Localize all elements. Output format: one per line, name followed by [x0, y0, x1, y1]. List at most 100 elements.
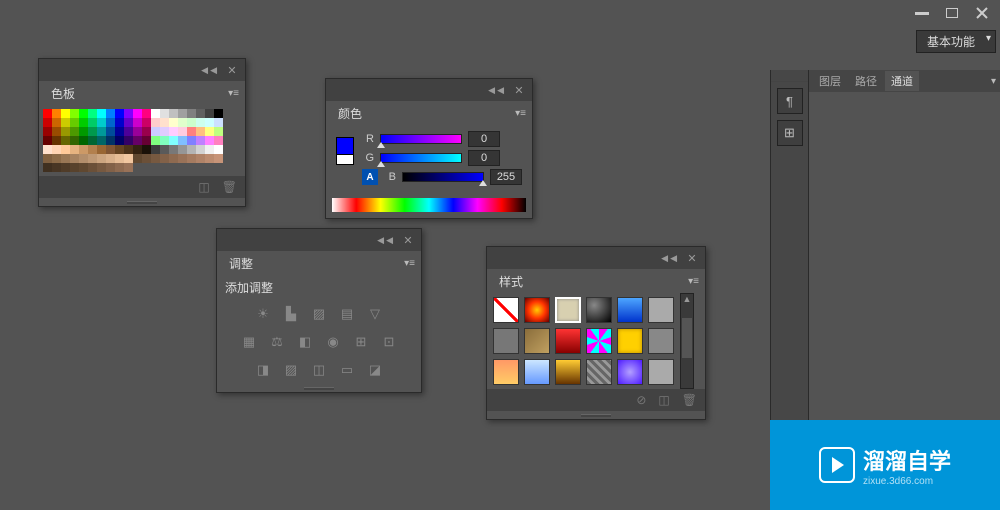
color-lookup-icon[interactable]: ⊡ [380, 334, 398, 350]
swatch[interactable] [142, 109, 151, 118]
swatch[interactable] [43, 127, 52, 136]
swatch[interactable] [97, 163, 106, 172]
swatch[interactable] [124, 154, 133, 163]
style-item[interactable] [524, 359, 550, 385]
collapse-icon[interactable]: ◀◀ [201, 65, 219, 76]
fg-bg-color-selector[interactable] [336, 137, 354, 165]
swatch[interactable] [214, 136, 223, 145]
swatch-grid[interactable] [43, 109, 241, 172]
swatch[interactable] [133, 118, 142, 127]
panel-menu-icon[interactable]: ▾≡ [515, 108, 526, 119]
hue-sat-icon[interactable]: ▦ [240, 334, 258, 350]
brightness-icon[interactable]: ☀ [254, 306, 272, 322]
selective-color-icon[interactable]: ◪ [366, 362, 384, 378]
swatch[interactable] [115, 145, 124, 154]
panel-menu-icon[interactable]: ▾≡ [688, 276, 699, 287]
swatch[interactable] [169, 118, 178, 127]
swatch[interactable] [160, 154, 169, 163]
swatch[interactable] [88, 136, 97, 145]
panel-resize-handle[interactable] [487, 411, 705, 419]
swatch[interactable] [178, 145, 187, 154]
g-slider[interactable] [380, 153, 462, 163]
swatch[interactable] [151, 127, 160, 136]
style-item[interactable] [648, 359, 674, 385]
new-swatch-icon[interactable]: ◫ [198, 180, 209, 194]
swatch[interactable] [205, 136, 214, 145]
swatch[interactable] [115, 118, 124, 127]
swatch[interactable] [115, 109, 124, 118]
swatch[interactable] [196, 118, 205, 127]
swatch[interactable] [187, 109, 196, 118]
adjustments-tab[interactable]: 调整 [223, 253, 259, 274]
swatch[interactable] [97, 109, 106, 118]
swatch[interactable] [115, 136, 124, 145]
paragraph-panel-icon[interactable]: ¶ [777, 88, 803, 114]
swatch[interactable] [61, 145, 70, 154]
swatch[interactable] [169, 127, 178, 136]
collapse-icon[interactable]: ◀◀ [661, 253, 679, 264]
clear-style-icon[interactable]: ⊘ [636, 393, 646, 407]
swatch[interactable] [214, 145, 223, 154]
swatch[interactable] [88, 145, 97, 154]
swatch[interactable] [214, 154, 223, 163]
swatch[interactable] [151, 118, 160, 127]
swatch[interactable] [52, 163, 61, 172]
swatch[interactable] [196, 127, 205, 136]
swatch[interactable] [196, 136, 205, 145]
swatch[interactable] [133, 136, 142, 145]
swatch[interactable] [178, 127, 187, 136]
swatch[interactable] [187, 154, 196, 163]
delete-swatch-icon[interactable]: 🗑 [222, 180, 237, 194]
color-tab[interactable]: 颜色 [332, 103, 368, 124]
style-item[interactable] [493, 328, 519, 354]
panel-menu-icon[interactable]: ▾≡ [228, 88, 239, 99]
swatch[interactable] [97, 118, 106, 127]
collapse-icon[interactable]: ◀◀ [488, 85, 506, 96]
swatch[interactable] [214, 109, 223, 118]
swatch[interactable] [97, 127, 106, 136]
swatches-tab[interactable]: 色板 [45, 83, 81, 104]
vibrance-icon[interactable]: ▽ [366, 306, 384, 322]
style-item[interactable] [555, 359, 581, 385]
swatch[interactable] [178, 118, 187, 127]
swatch[interactable] [214, 118, 223, 127]
swatch[interactable] [151, 136, 160, 145]
swatch[interactable] [133, 154, 142, 163]
paths-tab[interactable]: 路径 [849, 71, 883, 91]
swatch[interactable] [79, 163, 88, 172]
swatch[interactable] [124, 145, 133, 154]
swatch[interactable] [160, 145, 169, 154]
swatch[interactable] [106, 118, 115, 127]
swatch[interactable] [79, 118, 88, 127]
swatch[interactable] [124, 136, 133, 145]
swatch[interactable] [106, 163, 115, 172]
swatch[interactable] [160, 136, 169, 145]
collapse-icon[interactable]: ◀◀ [377, 235, 395, 246]
layers-tab[interactable]: 图层 [813, 71, 847, 91]
swatch[interactable] [133, 127, 142, 136]
panel-menu-icon[interactable]: ▾ [991, 76, 996, 87]
swatch[interactable] [169, 145, 178, 154]
b-input[interactable] [490, 169, 522, 185]
swatch[interactable] [196, 145, 205, 154]
swatch[interactable] [205, 118, 214, 127]
swatch[interactable] [106, 127, 115, 136]
swatch[interactable] [43, 154, 52, 163]
style-none[interactable] [493, 297, 519, 323]
swatch[interactable] [187, 118, 196, 127]
swatch[interactable] [61, 163, 70, 172]
threshold-icon[interactable]: ◫ [310, 362, 328, 378]
panel-resize-handle[interactable] [217, 384, 421, 392]
swatch[interactable] [43, 163, 52, 172]
swatch[interactable] [52, 118, 61, 127]
swatch[interactable] [142, 136, 151, 145]
swatch[interactable] [43, 145, 52, 154]
swatch[interactable] [70, 136, 79, 145]
swatch[interactable] [97, 136, 106, 145]
bw-icon[interactable]: ◧ [296, 334, 314, 350]
swatch[interactable] [70, 145, 79, 154]
swatch[interactable] [196, 154, 205, 163]
swatch[interactable] [187, 127, 196, 136]
invert-icon[interactable]: ◨ [254, 362, 272, 378]
style-item[interactable] [617, 328, 643, 354]
